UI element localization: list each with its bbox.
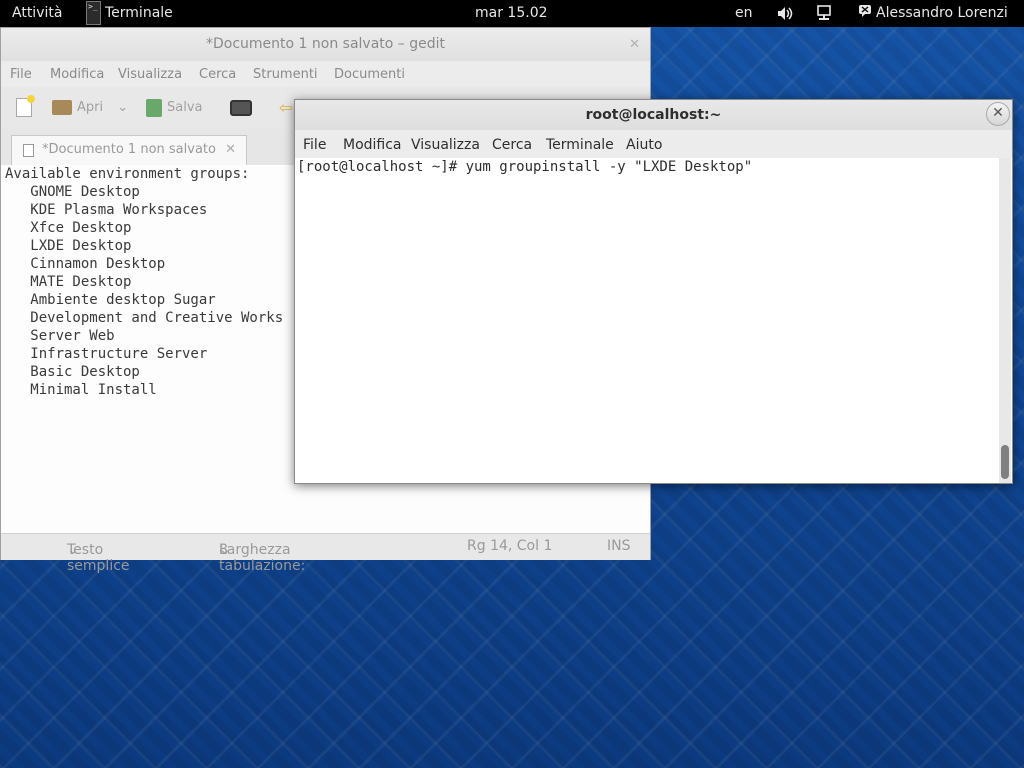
gedit-menu-visualizza[interactable]: Visualizza	[118, 67, 182, 82]
gedit-titlebar[interactable]: *Documento 1 non salvato – gedit ✕	[1, 28, 650, 61]
terminal-menu-aiuto[interactable]: Aiuto	[626, 137, 662, 153]
volume-icon[interactable]	[776, 0, 794, 27]
top-bar: Attività >_ Terminale mar 15.02 en Aless…	[0, 0, 1024, 27]
user-menu[interactable]: Alessandro Lorenzi	[858, 0, 1008, 27]
save-button[interactable]: Salva	[146, 97, 203, 119]
user-name: Alessandro Lorenzi	[876, 5, 1008, 21]
terminal-titlebar[interactable]: root@localhost:~ ✕	[295, 100, 1012, 130]
editor-line: Development and Creative Works	[5, 310, 284, 326]
open-button-label: Apri	[77, 100, 104, 115]
new-document-icon	[16, 95, 35, 117]
document-tab[interactable]: *Documento 1 non salvato ✕	[11, 135, 247, 165]
insert-mode: INS	[607, 538, 631, 554]
tab-width-label: Larghezza tabulazione:	[219, 542, 306, 574]
scrollbar-thumb[interactable]	[1001, 445, 1009, 479]
clock[interactable]: mar 15.02	[475, 0, 548, 27]
gedit-menu-modifica[interactable]: Modifica	[50, 67, 104, 82]
gedit-menubar: File Modifica Visualizza Cerca Strumenti…	[1, 61, 650, 87]
terminal-window: root@localhost:~ ✕ File Modifica Visuali…	[294, 99, 1013, 484]
editor-line: Ambiente desktop Sugar	[5, 292, 216, 308]
chevron-down-icon[interactable]: ⌄	[117, 100, 128, 115]
editor-line: KDE Plasma Workspaces	[5, 202, 208, 218]
editor-line: MATE Desktop	[5, 274, 132, 290]
terminal-screen[interactable]: [root@localhost ~]# yum groupinstall -y …	[295, 158, 999, 483]
chevron-down-icon: ⌄	[219, 542, 231, 558]
terminal-menu-cerca[interactable]: Cerca	[492, 137, 532, 153]
undo-icon: ⇦	[279, 98, 293, 117]
terminal-command-line: [root@localhost ~]# yum groupinstall -y …	[297, 159, 753, 175]
undo-button[interactable]: ⇦	[279, 97, 292, 119]
gedit-window-title: *Documento 1 non salvato – gedit	[205, 36, 445, 52]
app-menu-label: Terminale	[105, 5, 173, 21]
editor-line: Cinnamon Desktop	[5, 256, 166, 272]
open-button[interactable]: Apri ⌄	[52, 97, 128, 119]
new-document-button[interactable]	[16, 95, 35, 119]
close-icon[interactable]: ✕	[986, 102, 1010, 126]
editor-line: Basic Desktop	[5, 364, 140, 380]
terminal-menu-modifica[interactable]: Modifica	[343, 137, 402, 153]
terminal-menu-visualizza[interactable]: Visualizza	[411, 137, 480, 153]
editor-line: Infrastructure Server	[5, 346, 208, 362]
gedit-menu-file[interactable]: File	[10, 67, 32, 82]
cursor-position: Rg 14, Col 1	[467, 538, 553, 554]
editor-line: LXDE Desktop	[5, 238, 132, 254]
network-icon[interactable]	[816, 0, 832, 27]
save-button-label: Salva	[167, 100, 203, 115]
terminal-menu-file[interactable]: File	[303, 137, 326, 153]
gedit-menu-strumenti[interactable]: Strumenti	[253, 67, 318, 82]
chat-status-icon	[858, 0, 872, 27]
keyboard-layout-indicator[interactable]: en	[735, 0, 753, 27]
editor-line: Available environment groups:	[5, 166, 250, 182]
document-icon	[23, 144, 34, 157]
close-icon[interactable]: ✕	[629, 28, 640, 61]
document-tab-label: *Documento 1 non salvato	[42, 142, 216, 157]
editor-line: GNOME Desktop	[5, 184, 140, 200]
terminal-window-title: root@localhost:~	[585, 107, 722, 123]
chevron-down-icon: ⌄	[67, 542, 79, 558]
editor-line: Server Web	[5, 328, 115, 344]
folder-open-icon	[52, 100, 72, 115]
editor-line: Xfce Desktop	[5, 220, 132, 236]
activities-button[interactable]: Attività	[12, 0, 62, 27]
gedit-statusbar: Testo semplice ⌄ Larghezza tabulazione: …	[1, 533, 650, 574]
gedit-menu-documenti[interactable]: Documenti	[334, 67, 405, 82]
save-icon	[146, 98, 162, 117]
terminal-scrollbar[interactable]	[999, 158, 1011, 483]
terminal-menu-terminale[interactable]: Terminale	[546, 137, 614, 153]
print-icon	[230, 99, 252, 116]
gedit-menu-cerca[interactable]: Cerca	[199, 67, 236, 82]
terminal-menubar: File Modifica Visualizza Cerca Terminale…	[295, 130, 1012, 158]
terminal-icon: >_	[86, 1, 101, 25]
tab-close-icon[interactable]: ✕	[225, 136, 236, 164]
print-button[interactable]	[230, 97, 252, 119]
app-menu[interactable]: >_ Terminale	[84, 0, 184, 27]
editor-line: Minimal Install	[5, 382, 157, 398]
